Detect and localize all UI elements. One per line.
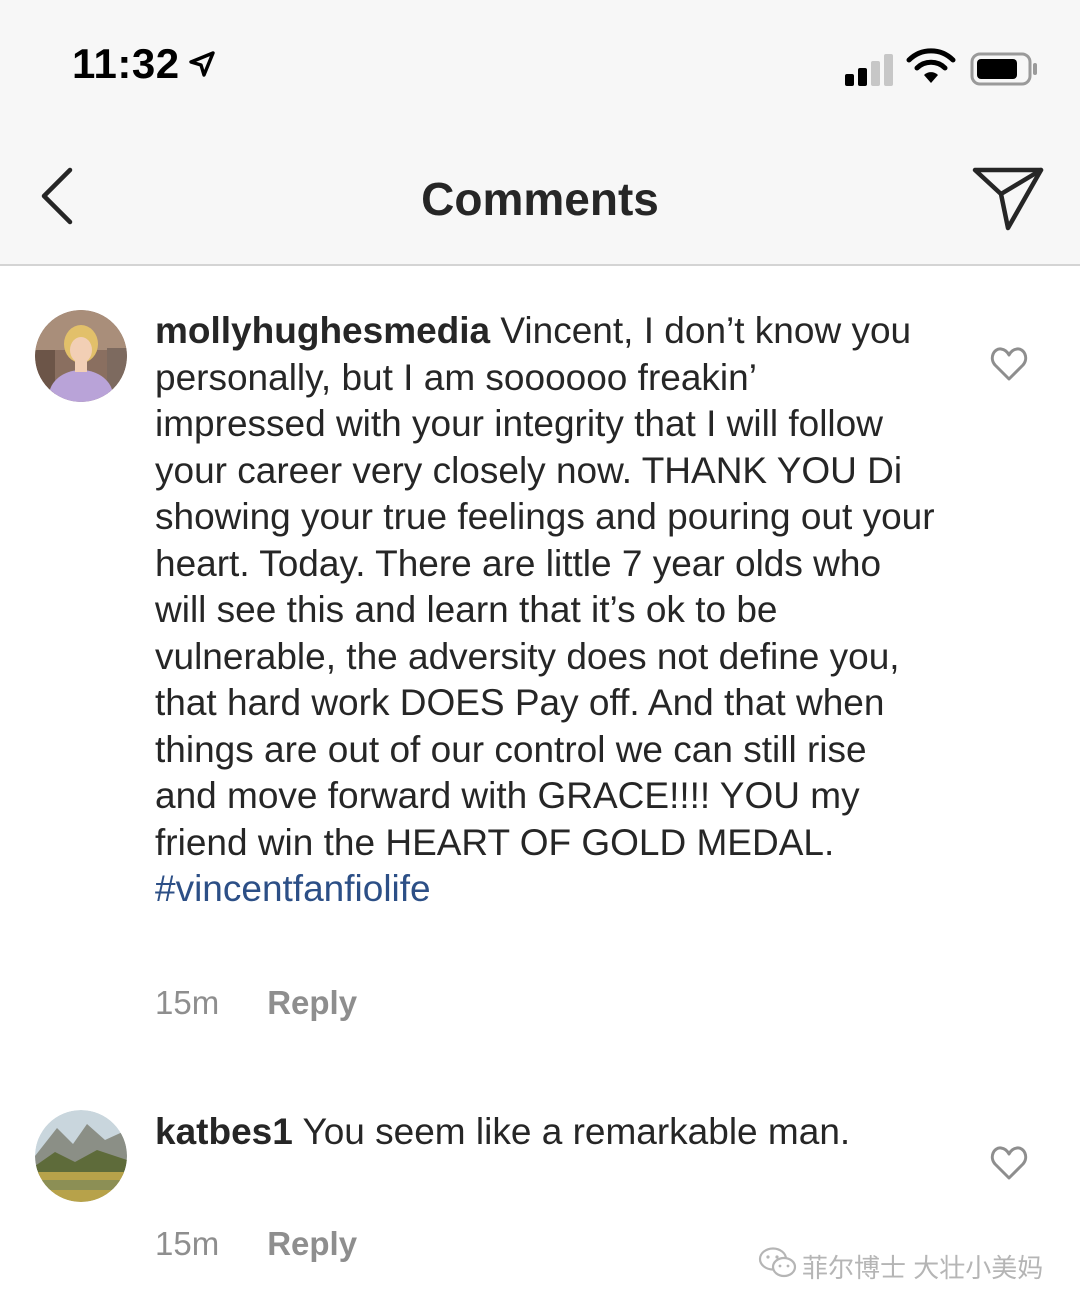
wifi-icon: [906, 48, 956, 83]
status-bar: 11:32: [0, 0, 1080, 120]
location-arrow-icon: [189, 51, 215, 77]
watermark: 菲尔博士 大壮小美妈: [758, 1244, 1058, 1284]
comment-username[interactable]: mollyhughesmedia: [155, 310, 490, 351]
heart-icon[interactable]: [990, 1145, 1028, 1181]
battery-icon: [970, 52, 1037, 86]
comment-text: mollyhughesmedia Vincent, I don’t know y…: [155, 308, 935, 913]
comment-meta: 15m Reply: [155, 1225, 357, 1263]
page-title: Comments: [421, 173, 659, 225]
watermark-text: 菲尔博士 大壮小美妈: [802, 1253, 1044, 1283]
avatar[interactable]: [35, 1110, 127, 1202]
reply-button[interactable]: Reply: [267, 1225, 357, 1262]
heart-icon[interactable]: [990, 346, 1028, 382]
nav-header: Comments: [0, 120, 1080, 266]
comment-time: 15m: [155, 1225, 220, 1262]
cellular-signal-icon: [845, 52, 897, 86]
reply-button[interactable]: Reply: [267, 984, 357, 1021]
comment-body: You seem like a remarkable man.: [302, 1111, 851, 1152]
direct-message-icon[interactable]: [970, 164, 1046, 234]
comment-hashtag[interactable]: #vincentfanfiolife: [155, 868, 431, 909]
status-time: 11:32: [72, 40, 180, 87]
comment-username[interactable]: katbes1: [155, 1111, 293, 1152]
comment-body: Vincent, I don’t know you personally, bu…: [155, 310, 935, 863]
avatar[interactable]: [35, 310, 127, 402]
comment-meta: 15m Reply: [155, 984, 357, 1022]
comment-text: katbes1 You seem like a remarkable man.: [155, 1109, 935, 1156]
wechat-icon: [758, 1247, 797, 1278]
comment-time: 15m: [155, 984, 220, 1021]
